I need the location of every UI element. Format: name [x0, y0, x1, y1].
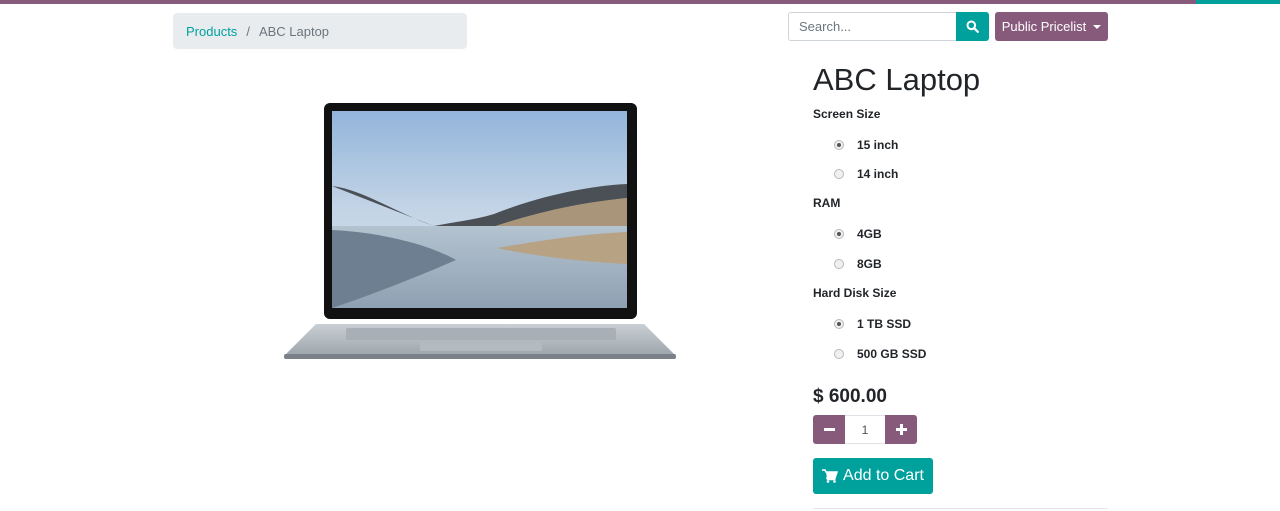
caret-down-icon: [1093, 24, 1102, 29]
option-label: 500 GB SSD: [857, 347, 927, 361]
radio-8gb[interactable]: [834, 259, 844, 269]
radio-500gb-ssd[interactable]: [834, 349, 844, 359]
laptop-front-edge: [284, 354, 676, 359]
add-to-cart-button[interactable]: Add to Cart: [813, 458, 933, 494]
pricelist-dropdown-button[interactable]: Public Pricelist: [995, 12, 1108, 41]
radio-1tb-ssd[interactable]: [834, 319, 844, 329]
option-8gb[interactable]: 8GB: [834, 257, 882, 271]
product-price: $ 600.00: [813, 386, 887, 407]
breadcrumb-current: ABC Laptop: [258, 23, 330, 39]
pricelist-label: Public Pricelist: [1001, 19, 1087, 34]
search-form: [788, 12, 989, 41]
option-15-inch[interactable]: 15 inch: [834, 138, 898, 152]
increase-quantity-button[interactable]: [885, 415, 917, 444]
option-label: 15 inch: [857, 138, 899, 152]
option-label: 1 TB SSD: [857, 317, 912, 331]
attribute-label-hard-disk-size: Hard Disk Size: [813, 286, 897, 300]
option-label: 14 inch: [857, 167, 899, 181]
option-500gb-ssd[interactable]: 500 GB SSD: [834, 347, 926, 361]
quantity-stepper: [813, 415, 917, 444]
product-image: [284, 103, 676, 359]
option-1tb-ssd[interactable]: 1 TB SSD: [834, 317, 911, 331]
breadcrumb-products-link[interactable]: Products: [186, 24, 237, 39]
top-bar-secondary-segment: [1196, 0, 1280, 4]
top-accent-bar: [0, 0, 1280, 4]
option-14-inch[interactable]: 14 inch: [834, 167, 898, 181]
option-label: 8GB: [857, 257, 882, 271]
breadcrumb: Products / ABC Laptop: [173, 13, 467, 49]
breadcrumb-separator: /: [246, 23, 250, 39]
attribute-label-screen-size: Screen Size: [813, 107, 881, 121]
radio-14-inch[interactable]: [834, 169, 844, 179]
search-input[interactable]: [788, 12, 956, 41]
top-bar-primary-segment: [0, 0, 1196, 4]
section-divider: [813, 508, 1108, 509]
radio-15-inch[interactable]: [834, 140, 844, 150]
option-label: 4GB: [857, 227, 882, 241]
laptop-keyboard: [346, 328, 616, 340]
shopping-cart-icon: [822, 469, 839, 483]
search-icon: [966, 20, 979, 33]
add-to-cart-label: Add to Cart: [843, 467, 924, 484]
laptop-trackpad: [420, 342, 542, 351]
radio-4gb[interactable]: [834, 229, 844, 239]
option-4gb[interactable]: 4GB: [834, 227, 882, 241]
decrease-quantity-button[interactable]: [813, 415, 845, 444]
product-title: ABC Laptop: [813, 62, 981, 97]
plus-icon: [895, 424, 907, 435]
quantity-input[interactable]: [845, 415, 885, 444]
search-button[interactable]: [956, 12, 989, 41]
minus-icon: [823, 428, 835, 431]
attribute-label-ram: RAM: [813, 196, 841, 210]
